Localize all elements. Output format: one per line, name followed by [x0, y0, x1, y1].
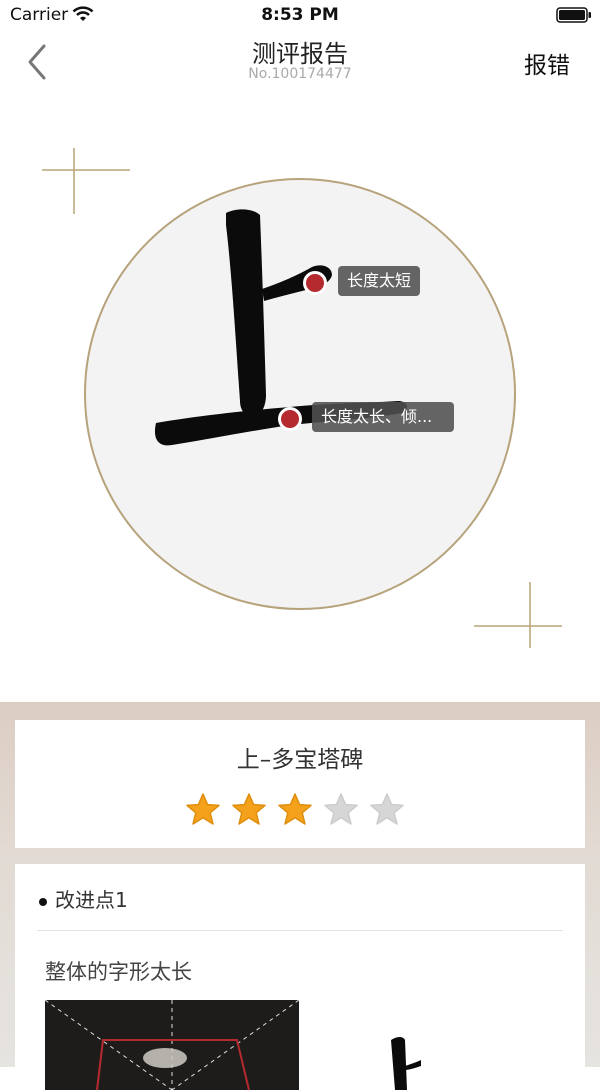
improvement-point-label: 改进点1: [55, 888, 128, 912]
report-number: No.100174477: [248, 66, 352, 82]
improvement-card: 改进点1 整体的字形太长: [15, 864, 585, 1090]
annotation-marker[interactable]: [278, 407, 302, 431]
bullet-icon: [39, 897, 47, 906]
star-filled-icon: [278, 793, 312, 825]
page-title: 测评报告: [252, 40, 348, 68]
decorative-cross-icon: [474, 582, 562, 648]
annotation-marker[interactable]: [303, 271, 327, 295]
report-error-button[interactable]: 报错: [524, 46, 570, 80]
clock: 8:53 PM: [261, 5, 339, 25]
star-filled-icon: [186, 793, 220, 825]
status-bar: Carrier 8:53 PM: [0, 0, 600, 30]
evaluation-canvas: 长度太短 长度太长、倾...: [0, 90, 600, 702]
star-empty-icon: [324, 793, 358, 825]
improvement-advice: 整体的字形太长: [45, 960, 192, 984]
user-writing-image: [303, 1000, 557, 1090]
battery-icon: [556, 7, 591, 23]
star-filled-icon: [232, 793, 266, 825]
star-empty-icon: [370, 793, 404, 825]
annotation-tag[interactable]: 长度太短: [338, 266, 421, 296]
star-rating: [185, 792, 405, 828]
decorative-cross-icon: [42, 148, 130, 214]
navigation-bar: 测评报告 No.100174477 报错: [0, 30, 600, 90]
annotation-tag[interactable]: 长度太长、倾...: [312, 402, 454, 432]
result-section: 上–多宝塔碑 改进点1 整体的字形太长: [0, 702, 600, 1090]
character-title: 上–多宝塔碑: [236, 747, 364, 773]
score-card: 上–多宝塔碑: [15, 720, 585, 848]
improvement-point-header: 改进点1: [39, 884, 128, 920]
divider: [37, 930, 563, 931]
reference-rubbing-image: [45, 1000, 299, 1090]
